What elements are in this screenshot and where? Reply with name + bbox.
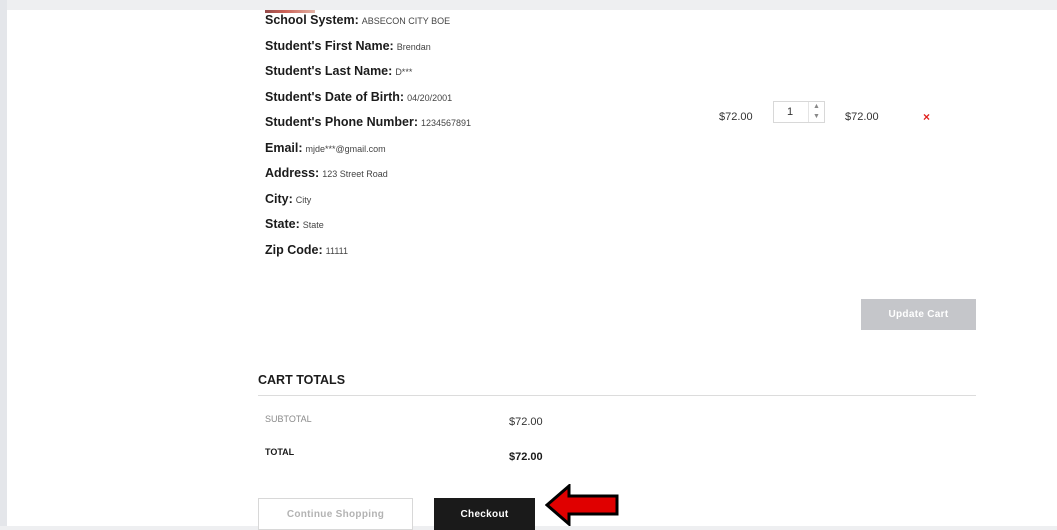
left-strip — [0, 0, 7, 526]
meta-value: 1234567891 — [420, 118, 472, 128]
total-label: TOTAL — [265, 447, 295, 457]
update-cart-button[interactable]: Update Cart — [861, 299, 976, 330]
meta-value: State — [302, 220, 324, 230]
chevron-down-icon[interactable]: ▼ — [809, 112, 824, 122]
quantity-stepper[interactable]: 1 ▲ ▼ — [773, 101, 825, 123]
meta-email: Email: mjde***@gmail.com — [265, 139, 471, 165]
meta-label: Email: — [265, 140, 303, 155]
meta-label: Address: — [265, 166, 320, 180]
meta-label: Student's Last Name: — [265, 64, 393, 78]
top-strip — [0, 0, 1057, 10]
meta-value: Brendan — [396, 41, 431, 52]
meta-label: State: — [265, 217, 300, 231]
close-icon[interactable]: × — [923, 110, 930, 124]
meta-value: mjde***@gmail.com — [305, 143, 386, 154]
meta-school-system: School System: ABSECON CITY BOE — [265, 11, 471, 37]
meta-city: City: City — [265, 190, 471, 216]
meta-value: 11111 — [325, 245, 348, 256]
cart-totals-title: CART TOTALS — [258, 373, 346, 387]
meta-label: Zip Code: — [265, 242, 323, 257]
item-meta-list: School System: ABSECON CITY BOE Student's… — [265, 11, 471, 266]
continue-shopping-button[interactable]: Continue Shopping — [258, 498, 413, 530]
meta-label: School System: — [265, 13, 359, 27]
meta-state: State: State — [265, 215, 471, 241]
totals-divider — [258, 395, 976, 396]
meta-phone-number: Student's Phone Number: 1234567891 — [265, 113, 471, 139]
meta-label: City: — [265, 191, 293, 206]
meta-label: Student's First Name: — [265, 38, 394, 53]
total-value: $72.00 — [509, 451, 543, 463]
quantity-spinner[interactable]: ▲ ▼ — [808, 102, 824, 122]
subtotal-value: $72.00 — [509, 416, 543, 428]
meta-value: City — [295, 194, 312, 205]
meta-address: Address: 123 Street Road — [265, 164, 471, 190]
meta-zip-code: Zip Code: 11111 — [265, 241, 471, 267]
meta-last-name: Student's Last Name: D*** — [265, 62, 471, 88]
meta-label: Student's Date of Birth: — [265, 89, 405, 104]
quantity-value[interactable]: 1 — [787, 106, 793, 118]
checkout-button[interactable]: Checkout — [434, 498, 535, 530]
chevron-up-icon[interactable]: ▲ — [809, 102, 824, 112]
cart-page: School System: ABSECON CITY BOE Student's… — [7, 10, 1057, 530]
meta-value: 123 Street Road — [322, 169, 388, 179]
unit-price: $72.00 — [719, 111, 753, 123]
subtotal-label: SUBTOTAL — [265, 414, 312, 424]
meta-value: D*** — [395, 67, 413, 77]
meta-value: 04/20/2001 — [407, 92, 453, 103]
meta-label: Student's Phone Number: — [265, 115, 418, 129]
meta-value: ABSECON CITY BOE — [361, 16, 451, 26]
line-total: $72.00 — [845, 111, 879, 123]
meta-first-name: Student's First Name: Brendan — [265, 37, 471, 63]
arrow-left-icon — [545, 484, 619, 526]
meta-date-of-birth: Student's Date of Birth: 04/20/2001 — [265, 88, 471, 114]
